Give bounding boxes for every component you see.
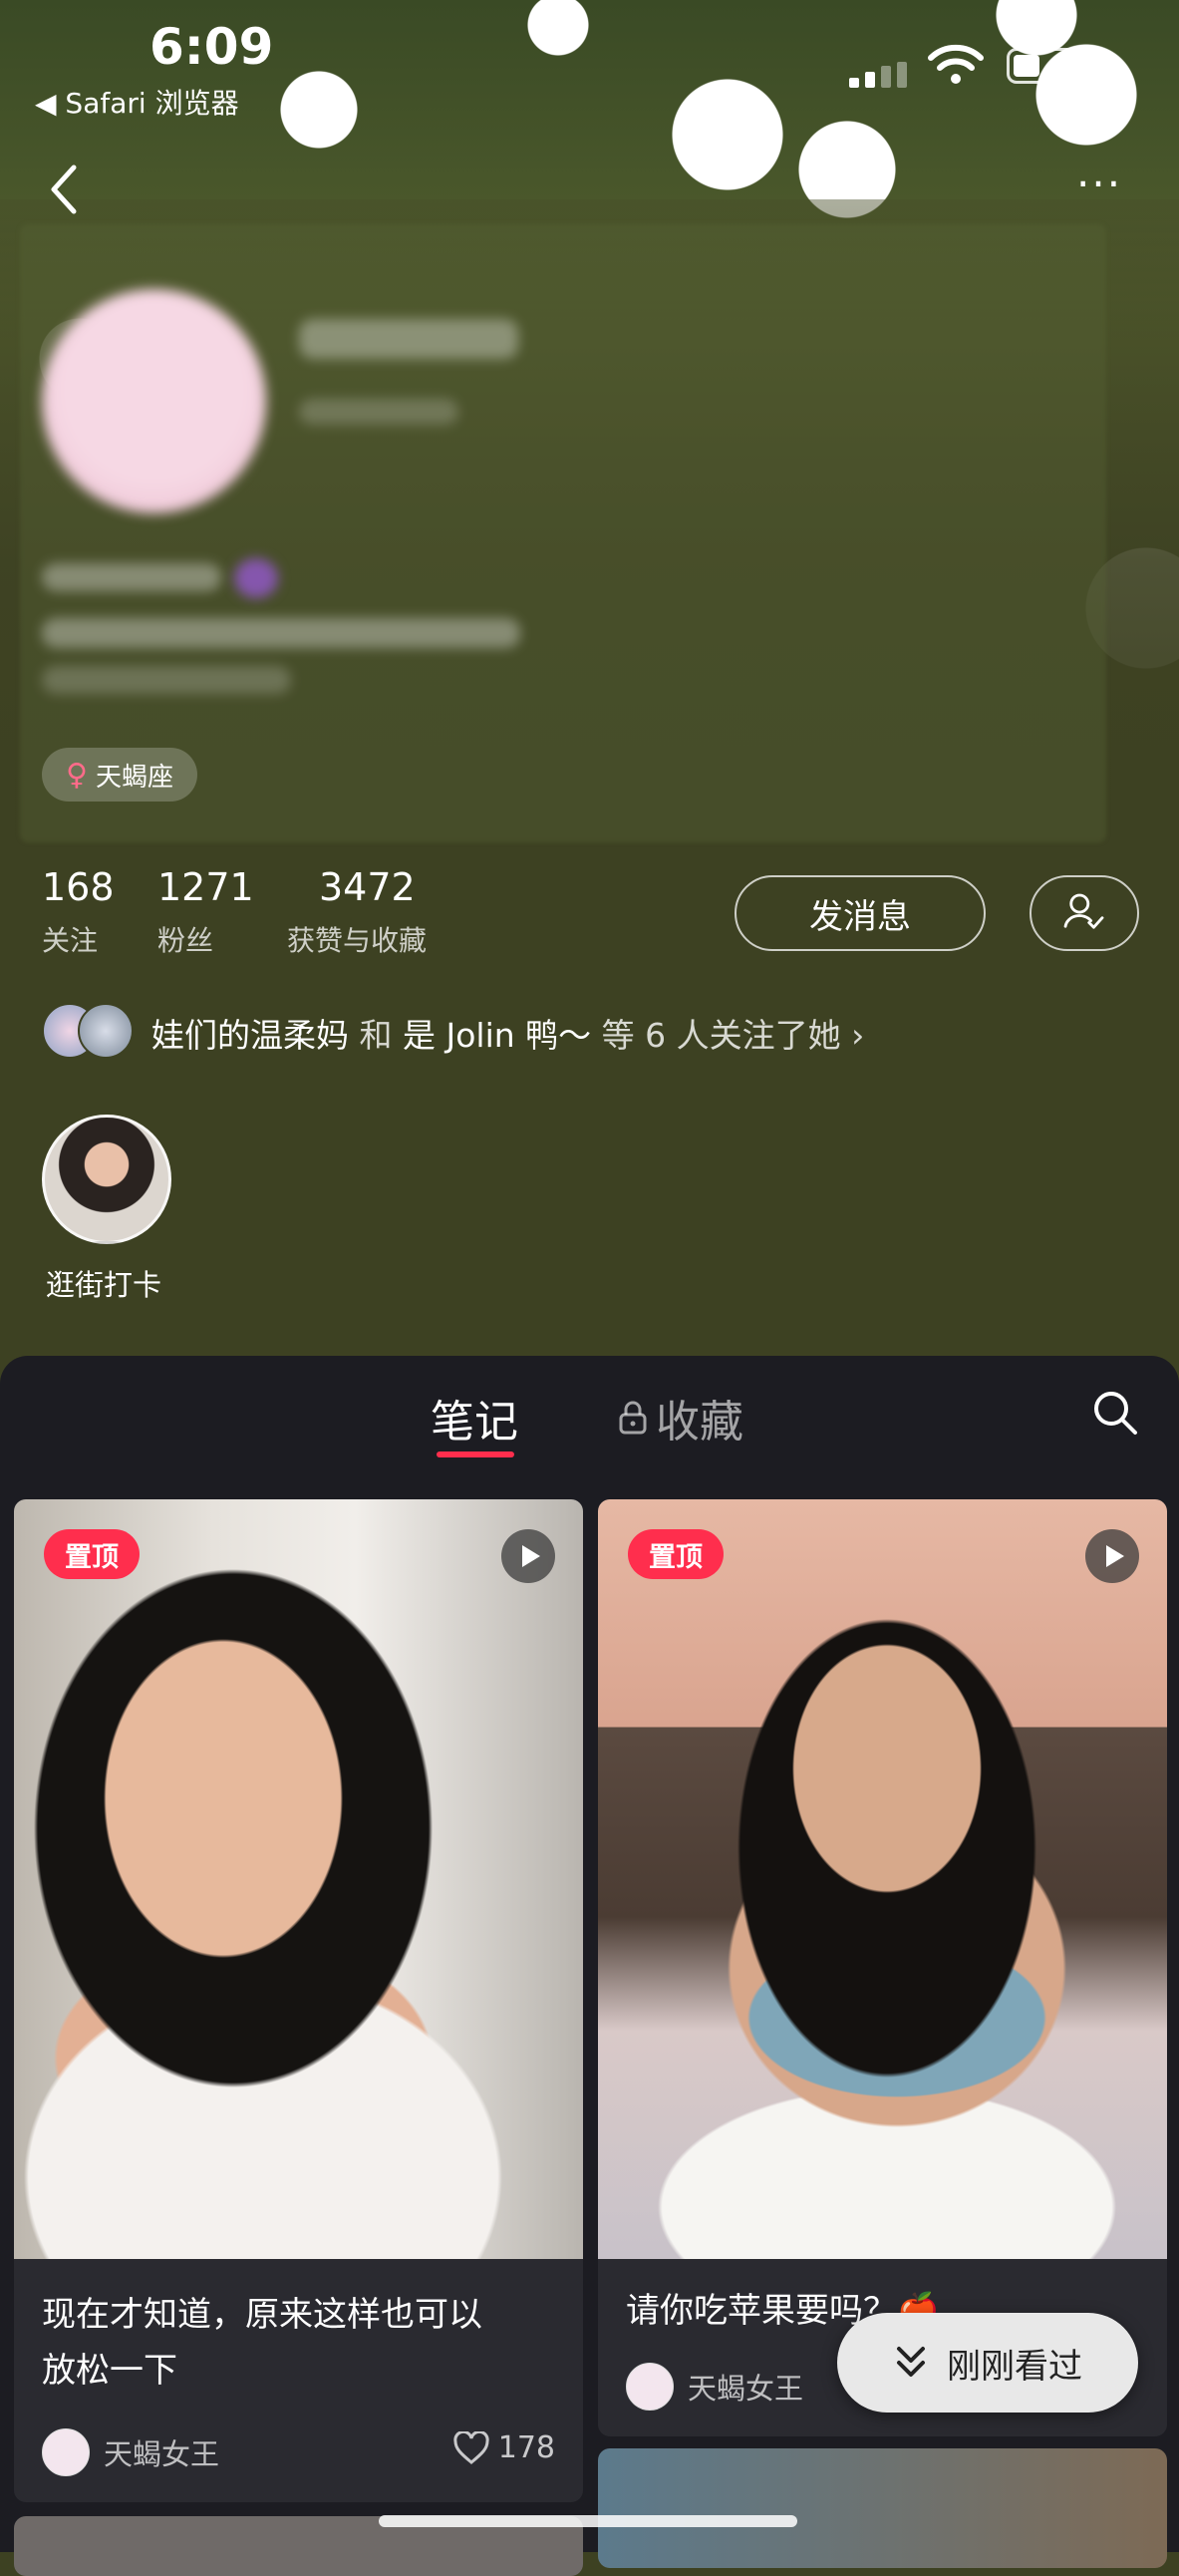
follow-button[interactable]: [1030, 875, 1139, 951]
female-icon: ♀: [66, 757, 88, 793]
mutual-followers-text[interactable]: 娃们的温柔妈 和 是 Jolin 鸭～ 等 6 人关注了她 ›: [151, 1009, 864, 1057]
note-author[interactable]: 天蝎女王: [626, 2363, 803, 2411]
tab-collections[interactable]: 收藏: [618, 1386, 743, 1449]
tab-notes-indicator: [437, 1451, 514, 1457]
blurred-username: [299, 319, 518, 359]
zodiac-label: 天蝎座: [95, 762, 173, 793]
double-chevron-down-icon: [897, 2347, 925, 2377]
play-icon: [1085, 1529, 1139, 1583]
like-count: 178: [497, 2430, 555, 2465]
stat-fans-label: 粉丝: [157, 924, 214, 957]
note-author[interactable]: 天蝎女王: [42, 2428, 219, 2476]
highlight-label: 逛街打卡: [46, 1268, 162, 1302]
pinned-badge: 置顶: [44, 1529, 140, 1579]
back-to-safari-link[interactable]: ◀ Safari 浏览器: [35, 82, 239, 122]
note-title-line-1: 现在才知道，原来这样也可以: [42, 2295, 482, 2335]
wifi-icon: [928, 44, 984, 84]
stat-likes-label: 获赞与收藏: [287, 924, 428, 957]
note-card[interactable]: 置顶 现在才知道，原来这样也可以 放松一下 天蝎女王 178: [14, 1499, 583, 2502]
note-card[interactable]: 置顶 请你吃苹果要吗？🍎 天蝎女王: [598, 1499, 1167, 2436]
home-indicator[interactable]: [379, 2515, 797, 2527]
note-cover-image: [14, 1499, 583, 2259]
blurred-bio-2: [42, 618, 520, 648]
back-icon[interactable]: [44, 160, 84, 219]
recently-viewed-button[interactable]: 刚刚看过: [837, 2313, 1138, 2413]
stat-fans[interactable]: 1271 粉丝: [157, 865, 254, 959]
note-title: 现在才知道，原来这样也可以 放松一下: [42, 2287, 482, 2399]
status-time: 6:09: [149, 18, 274, 76]
profile-avatar[interactable]: [42, 289, 266, 513]
mutual-follower-name-2: 是 Jolin 鸭～: [403, 1016, 592, 1055]
stat-following-value: 168: [42, 865, 115, 909]
mutual-follower-avatars[interactable]: [42, 1003, 134, 1059]
more-options-icon[interactable]: ···: [1076, 163, 1122, 205]
highlight-cover[interactable]: [42, 1115, 171, 1244]
blurred-id: [299, 399, 458, 425]
stat-following[interactable]: 168 关注: [42, 865, 115, 959]
stat-following-label: 关注: [42, 924, 99, 957]
author-name: 天蝎女王: [688, 2372, 804, 2406]
stat-likes-value: 3472: [319, 865, 416, 909]
zodiac-badge: ♀ 天蝎座: [42, 748, 197, 802]
stat-fans-value: 1271: [157, 865, 254, 909]
note-cover-image: [598, 1499, 1167, 2259]
battery-icon: [1007, 48, 1086, 84]
user-check-icon: [1063, 893, 1104, 929]
like-button[interactable]: 178: [452, 2430, 555, 2465]
blurred-bio-1: [42, 563, 221, 591]
lock-icon: [619, 1401, 647, 1435]
note-title-line-2: 放松一下: [42, 2351, 177, 2391]
search-icon[interactable]: [1090, 1388, 1140, 1438]
heart-icon: [453, 2430, 489, 2464]
mutual-follower-and: 和: [359, 1016, 393, 1055]
tab-notes[interactable]: 笔记: [431, 1386, 518, 1449]
author-avatar: [42, 2428, 90, 2476]
mutual-follower-suffix: 等 6 人关注了她: [601, 1016, 841, 1055]
send-message-button[interactable]: 发消息: [735, 875, 986, 951]
pinned-badge: 置顶: [628, 1529, 724, 1579]
tab-collections-label: 收藏: [656, 1397, 743, 1448]
note-card-partial[interactable]: [598, 2448, 1167, 2568]
recently-viewed-label: 刚刚看过: [947, 2346, 1082, 2387]
signal-icon: [849, 62, 909, 88]
blurred-bio-3: [42, 666, 291, 694]
author-name: 天蝎女王: [104, 2437, 220, 2471]
stat-likes[interactable]: 3472 获赞与收藏: [287, 865, 427, 959]
blurred-badge: [234, 558, 278, 598]
author-avatar: [626, 2363, 674, 2411]
play-icon: [501, 1529, 555, 1583]
chevron-right-icon: ›: [851, 1016, 865, 1055]
mutual-follower-name-1: 娃们的温柔妈: [151, 1016, 349, 1055]
